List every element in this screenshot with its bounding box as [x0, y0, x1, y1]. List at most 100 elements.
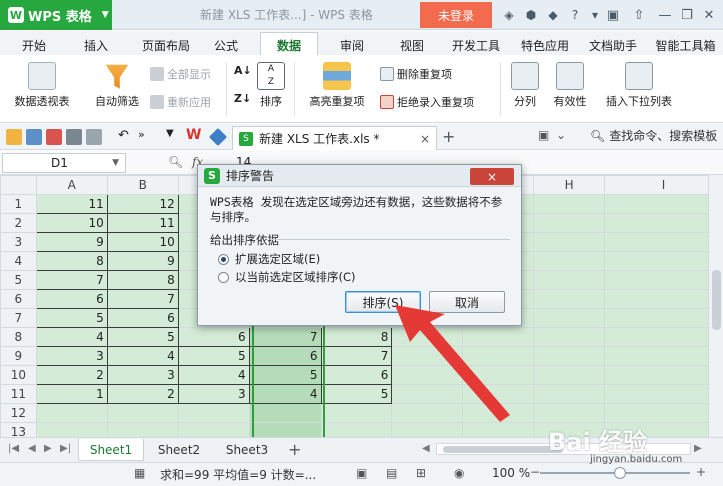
- pivot-table-button[interactable]: 数据透视表: [10, 62, 74, 109]
- cell[interactable]: [604, 232, 723, 252]
- view-reading-icon[interactable]: ◉: [454, 466, 464, 480]
- zoom-level[interactable]: 100 %: [492, 466, 530, 480]
- tab-smart-toolbox[interactable]: 智能工具箱: [648, 33, 723, 57]
- tab-data[interactable]: 数据: [260, 32, 318, 57]
- cell[interactable]: [462, 384, 535, 404]
- radio-unselected[interactable]: [218, 271, 229, 283]
- cell[interactable]: [604, 194, 723, 214]
- cell[interactable]: 5: [320, 384, 393, 404]
- cell[interactable]: [35, 422, 108, 437]
- row-header[interactable]: 12: [0, 403, 37, 423]
- cell[interactable]: [177, 403, 250, 423]
- wps-w-icon[interactable]: W: [186, 127, 201, 143]
- cell[interactable]: [462, 365, 535, 385]
- cell[interactable]: 8: [106, 270, 179, 290]
- cell[interactable]: 6: [35, 289, 108, 309]
- cell[interactable]: 4: [35, 327, 108, 347]
- validity-button[interactable]: 有效性: [546, 62, 594, 109]
- cell[interactable]: 4: [106, 346, 179, 366]
- cell[interactable]: [604, 308, 723, 328]
- reject-duplicates-button[interactable]: 拒绝录入重复项: [380, 94, 474, 110]
- tab-page-layout[interactable]: 页面布局: [134, 33, 198, 57]
- table-row[interactable]: 11 1 2 3 4 5: [0, 384, 723, 404]
- cell[interactable]: [462, 403, 535, 423]
- cell[interactable]: [391, 422, 464, 437]
- row-header[interactable]: 9: [0, 346, 37, 366]
- app-menu-button[interactable]: W WPS 表格 ▼: [0, 0, 112, 30]
- row-header[interactable]: 3: [0, 232, 37, 252]
- cell[interactable]: [320, 422, 393, 437]
- last-sheet-icon[interactable]: ▶|: [60, 443, 71, 454]
- cell[interactable]: 5: [177, 346, 250, 366]
- login-button[interactable]: 未登录: [420, 2, 492, 28]
- save-icon[interactable]: [26, 129, 42, 145]
- cell[interactable]: 5: [106, 327, 179, 347]
- current-selection-option[interactable]: 以当前选定区域排序(C): [218, 269, 356, 285]
- close-icon[interactable]: ✕: [698, 4, 720, 26]
- cell[interactable]: [604, 346, 723, 366]
- row-header[interactable]: 5: [0, 270, 37, 290]
- share-icon[interactable]: ◆: [544, 6, 562, 24]
- cell[interactable]: [533, 308, 606, 328]
- cell[interactable]: [177, 422, 250, 437]
- table-row[interactable]: 845678: [0, 327, 723, 347]
- cell[interactable]: 8: [320, 327, 393, 347]
- cell[interactable]: 2: [35, 365, 108, 385]
- tab-developer[interactable]: 开发工具: [444, 33, 508, 57]
- tab-view[interactable]: 视图: [390, 33, 434, 57]
- tab-review[interactable]: 审阅: [330, 33, 374, 57]
- macro-icon[interactable]: ▦: [134, 466, 145, 480]
- minimize-icon[interactable]: —: [654, 4, 676, 26]
- row-header[interactable]: 10: [0, 365, 37, 385]
- cancel-button[interactable]: 取消: [429, 291, 505, 313]
- scroll-thumb[interactable]: [443, 446, 563, 453]
- cell[interactable]: 11: [106, 213, 179, 233]
- cell[interactable]: [533, 194, 606, 214]
- cell[interactable]: 8: [35, 251, 108, 271]
- cell[interactable]: 3: [106, 365, 179, 385]
- cell[interactable]: 11: [35, 194, 108, 214]
- more-icon[interactable]: »: [138, 128, 145, 141]
- cell[interactable]: [462, 422, 535, 437]
- cell[interactable]: [533, 365, 606, 385]
- sort-descending-button[interactable]: Z↓: [234, 92, 251, 105]
- layout-icon[interactable]: ▣: [538, 128, 549, 142]
- sort-button[interactable]: AZ 排序: [254, 62, 288, 109]
- cell[interactable]: [533, 346, 606, 366]
- next-sheet-icon[interactable]: ▶: [44, 443, 52, 454]
- help-icon[interactable]: ?: [566, 6, 584, 24]
- row-header[interactable]: 6: [0, 289, 37, 309]
- cell[interactable]: [533, 403, 606, 423]
- name-box[interactable]: D1 ▼: [2, 153, 126, 173]
- cell[interactable]: 7: [320, 346, 393, 366]
- scroll-thumb[interactable]: [712, 270, 721, 330]
- cell[interactable]: [391, 403, 464, 423]
- row-header[interactable]: 13: [0, 422, 37, 437]
- table-row[interactable]: 10 2 3 4 5 6: [0, 365, 723, 385]
- tab-doc-assistant[interactable]: 文档助手: [580, 33, 646, 57]
- cell[interactable]: [533, 289, 606, 309]
- print-icon[interactable]: [66, 129, 82, 145]
- cell[interactable]: [391, 327, 464, 347]
- cell[interactable]: [604, 270, 723, 290]
- row-header[interactable]: 1: [0, 194, 37, 214]
- cell[interactable]: [533, 327, 606, 347]
- tab-features[interactable]: 特色应用: [512, 33, 578, 57]
- status-summary[interactable]: 求和=99 平均值=9 计数=...: [160, 466, 316, 483]
- cell[interactable]: [604, 327, 723, 347]
- show-all-button[interactable]: 全部显示: [150, 66, 211, 82]
- chevron-down-icon[interactable]: ⌄: [556, 128, 566, 142]
- chevron-down-icon[interactable]: ▼: [166, 128, 174, 139]
- row-header[interactable]: 7: [0, 308, 37, 328]
- maximize-icon[interactable]: ❐: [676, 4, 698, 26]
- sort-confirm-button[interactable]: 排序(S): [345, 291, 421, 313]
- zoom-in-icon[interactable]: +: [696, 465, 706, 479]
- search-commands[interactable]: 🔍︎ 查找命令、搜索模板: [590, 127, 717, 144]
- view-layout-icon[interactable]: ⊞: [416, 466, 426, 480]
- cell[interactable]: 1: [35, 384, 108, 404]
- cell[interactable]: 3: [35, 346, 108, 366]
- cell[interactable]: [604, 365, 723, 385]
- skin-icon[interactable]: ◈: [500, 6, 518, 24]
- cell[interactable]: 7: [106, 289, 179, 309]
- highlight-duplicates-button[interactable]: 高亮重复项: [300, 62, 374, 109]
